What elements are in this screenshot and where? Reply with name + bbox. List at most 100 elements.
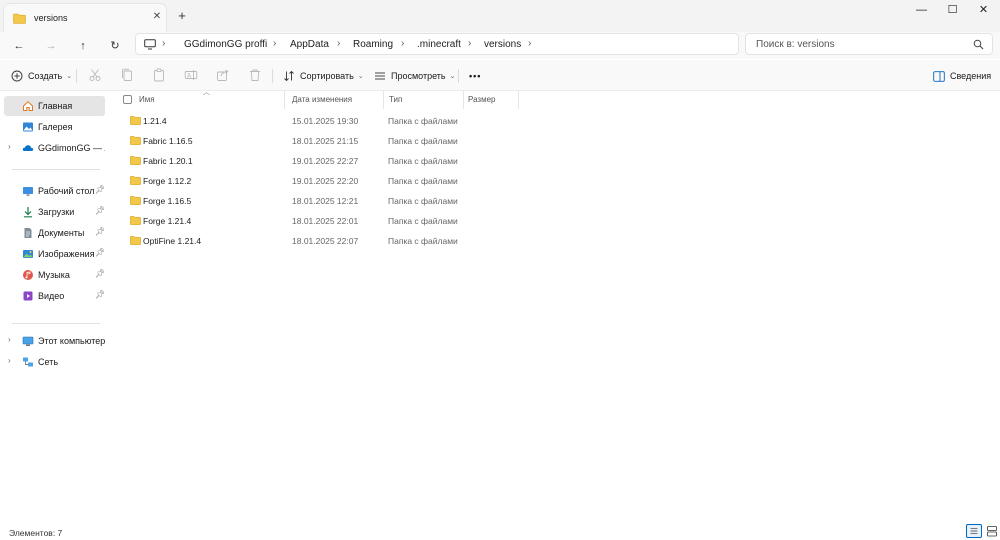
column-header-size[interactable]: Размер (468, 95, 496, 104)
divider (272, 69, 273, 83)
file-row[interactable]: Fabric 1.16.5 18.01.2025 21:15 Папка с ф… (122, 131, 522, 151)
breadcrumb-minecraft[interactable]: .minecraft (417, 39, 461, 50)
file-type: Папка с файлами (388, 116, 458, 126)
close-window-button[interactable]: ✕ (968, 0, 999, 22)
pin-icon[interactable]: 📌︎ (95, 227, 105, 236)
item-count-status: Элементов: 7 (9, 528, 63, 538)
tiles-view-icon[interactable] (984, 524, 1000, 538)
address-bar[interactable]: › GGdimonGG proffi › AppData › Roaming ›… (135, 33, 739, 55)
sidebar-item-documents[interactable]: Документы 📌︎ (4, 223, 105, 243)
sidebar-item-label: GGdimonGG — Ли (38, 143, 105, 153)
cut-icon[interactable] (88, 68, 102, 82)
back-button[interactable]: ← (10, 37, 28, 55)
details-pane-icon (933, 70, 945, 82)
minimize-button[interactable]: — (906, 0, 937, 22)
sidebar-divider (12, 323, 100, 324)
file-row[interactable]: 1.21.4 15.01.2025 19:30 Папка с файлами (122, 111, 522, 131)
chevron-right-icon[interactable]: › (401, 38, 404, 49)
videos-icon (23, 291, 33, 301)
details-label: Сведения (950, 71, 992, 81)
sidebar-item-home[interactable]: Главная (4, 96, 105, 116)
title-bar: versions ✕ + — ☐ ✕ (0, 0, 1000, 32)
paste-icon[interactable] (152, 68, 166, 82)
delete-icon[interactable] (248, 68, 262, 82)
sidebar-item-this-pc[interactable]: › Этот компьютер (4, 331, 105, 351)
file-row[interactable]: Fabric 1.20.1 19.01.2025 22:27 Папка с ф… (122, 151, 522, 171)
file-date: 18.01.2025 22:07 (292, 236, 359, 246)
view-label: Просмотреть (391, 71, 446, 81)
file-date: 15.01.2025 19:30 (292, 116, 359, 126)
sidebar-item-gallery[interactable]: Галерея (4, 117, 105, 137)
column-header-type[interactable]: Тип (389, 95, 402, 104)
pin-icon[interactable]: 📌︎ (95, 290, 105, 299)
create-button[interactable]: Создать ⌄ (11, 67, 72, 85)
column-divider[interactable] (284, 91, 285, 109)
folder-icon (13, 13, 26, 24)
file-date: 18.01.2025 22:01 (292, 216, 359, 226)
sidebar-item-desktop[interactable]: Рабочий стол 📌︎ (4, 181, 105, 201)
breadcrumb-user[interactable]: GGdimonGG proffi (184, 39, 267, 50)
details-view-icon[interactable] (966, 524, 982, 538)
column-header-date[interactable]: Дата изменения (292, 95, 352, 104)
create-label: Создать (28, 71, 63, 81)
sidebar-item-music[interactable]: Музыка 📌︎ (4, 265, 105, 285)
file-type: Папка с файлами (388, 216, 458, 226)
folder-icon (130, 156, 141, 165)
chevron-right-icon[interactable]: › (337, 38, 340, 49)
chevron-right-icon[interactable]: › (273, 38, 276, 49)
more-options-button[interactable]: ••• (469, 67, 481, 85)
chevron-right-icon[interactable]: › (8, 335, 11, 344)
chevron-right-icon[interactable]: › (8, 356, 11, 365)
chevron-right-icon[interactable]: › (8, 142, 11, 151)
column-header-name[interactable]: Имя (139, 95, 155, 104)
copy-icon[interactable] (120, 68, 134, 82)
column-divider[interactable] (383, 91, 384, 109)
share-icon[interactable] (216, 68, 230, 82)
tab-title: versions (34, 13, 68, 23)
up-button[interactable]: ↑ (74, 37, 92, 55)
file-name: Forge 1.16.5 (143, 196, 192, 206)
pin-icon[interactable]: 📌︎ (95, 185, 105, 194)
pin-icon[interactable]: 📌︎ (95, 248, 105, 257)
breadcrumb-roaming[interactable]: Roaming (353, 39, 393, 50)
music-icon (23, 270, 33, 280)
column-divider[interactable] (463, 91, 464, 109)
close-tab-icon[interactable]: ✕ (150, 10, 164, 24)
sidebar-item-onedrive[interactable]: › GGdimonGG — Ли (4, 138, 105, 158)
search-box[interactable]: Поиск в: versions (745, 33, 993, 55)
file-row[interactable]: Forge 1.12.2 19.01.2025 22:20 Папка с фа… (122, 171, 522, 191)
breadcrumb-versions[interactable]: versions (484, 39, 521, 50)
chevron-right-icon[interactable]: › (162, 38, 165, 49)
sidebar-item-downloads[interactable]: Загрузки 📌︎ (4, 202, 105, 222)
forward-button[interactable]: → (42, 37, 60, 55)
file-row[interactable]: Forge 1.21.4 18.01.2025 22:01 Папка с фа… (122, 211, 522, 231)
view-list-icon (375, 72, 385, 80)
view-button[interactable]: Просмотреть ⌄ (374, 67, 456, 85)
sidebar-item-network[interactable]: › Сеть (4, 352, 105, 372)
sidebar-item-pictures[interactable]: Изображения 📌︎ (4, 244, 105, 264)
chevron-right-icon[interactable]: › (468, 38, 471, 49)
new-tab-button[interactable]: + (175, 8, 189, 24)
sidebar-item-label: Галерея (38, 122, 73, 132)
folder-icon (130, 236, 141, 245)
refresh-button[interactable]: ↻ (106, 37, 124, 55)
pin-icon[interactable]: 📌︎ (95, 206, 105, 215)
rename-icon[interactable]: A (184, 68, 198, 82)
column-divider[interactable] (518, 91, 519, 109)
breadcrumb-appdata[interactable]: AppData (290, 39, 329, 50)
search-placeholder: Поиск в: versions (756, 39, 835, 50)
file-row[interactable]: Forge 1.16.5 18.01.2025 12:21 Папка с фа… (122, 191, 522, 211)
maximize-button[interactable]: ☐ (937, 0, 968, 22)
pin-icon[interactable]: 📌︎ (95, 269, 105, 278)
tab-versions[interactable]: versions ✕ (3, 3, 167, 32)
documents-icon (24, 228, 32, 238)
details-pane-button[interactable]: Сведения (933, 67, 991, 85)
sidebar-item-videos[interactable]: Видео 📌︎ (4, 286, 105, 306)
divider (458, 69, 459, 83)
folder-icon (130, 196, 141, 205)
chevron-right-icon[interactable]: › (528, 38, 531, 49)
sort-button[interactable]: Сортировать ⌄ (283, 67, 364, 85)
file-row[interactable]: OptiFine 1.21.4 18.01.2025 22:07 Папка с… (122, 231, 522, 251)
chevron-down-icon: ⌄ (66, 73, 73, 80)
sidebar-item-label: Изображения (38, 249, 95, 259)
